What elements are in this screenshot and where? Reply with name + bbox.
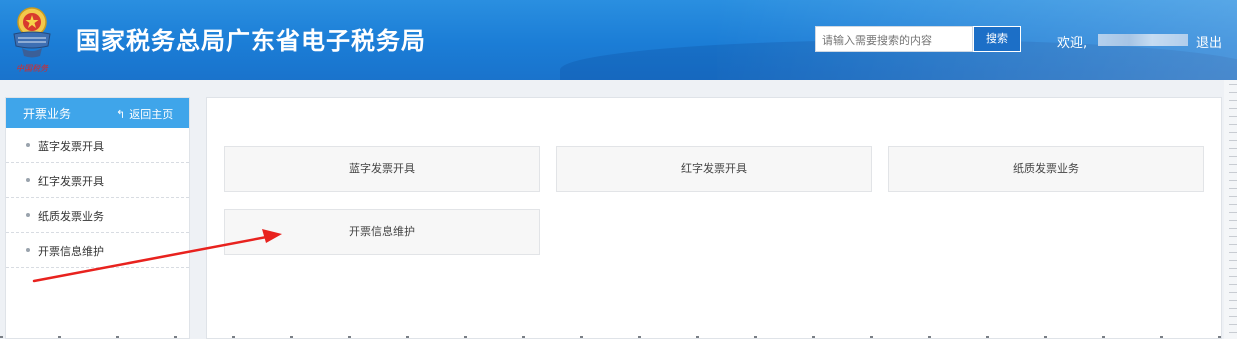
search-input[interactable] (820, 28, 974, 52)
card-invoice-info[interactable]: 开票信息维护 (224, 209, 540, 255)
card-blue-invoice[interactable]: 蓝字发票开具 (224, 146, 540, 192)
sidebar-header: 开票业务 ↰ 返回主页 (6, 98, 189, 128)
back-home-label: 返回主页 (129, 108, 174, 121)
logout-link[interactable]: 退出 (1196, 32, 1222, 51)
site-title: 国家税务总局广东省电子税务局 (76, 27, 426, 55)
main-panel: 蓝字发票开具 红字发票开具 纸质发票业务 开票信息维护 (206, 97, 1222, 339)
bottom-divider (0, 336, 1237, 338)
bullet-icon (26, 213, 30, 217)
sidebar-title: 开票业务 (23, 107, 72, 121)
sidebar-item-label: 红字发票开具 (38, 175, 104, 188)
bullet-icon (26, 248, 30, 252)
search-field[interactable] (815, 26, 974, 52)
ruler-ticks (1229, 84, 1237, 339)
card-red-invoice[interactable]: 红字发票开具 (556, 146, 872, 192)
sidebar-item-label: 开票信息维护 (38, 245, 104, 258)
welcome-text: 欢迎, (1057, 36, 1088, 51)
sidebar-item-paper-invoice[interactable]: 纸质发票业务 (6, 198, 189, 233)
emblem-text: 中国税务 (16, 64, 49, 73)
bullet-icon (26, 178, 30, 182)
card-paper-invoice[interactable]: 纸质发票业务 (888, 146, 1204, 192)
sidebar-item-label: 蓝字发票开具 (38, 140, 104, 153)
back-arrow-icon: ↰ (116, 108, 126, 121)
sidebar-item-invoice-info[interactable]: 开票信息维护 (6, 233, 189, 268)
top-banner: 中国税务 国家税务总局广东省电子税务局 搜索 欢迎, 退出 (0, 0, 1237, 80)
tax-emblem-icon: 中国税务 (13, 7, 51, 73)
back-home-link[interactable]: ↰ 返回主页 (116, 106, 173, 122)
masked-username (1098, 34, 1188, 46)
sidebar-item-label: 纸质发票业务 (38, 210, 104, 223)
sidebar-item-red-invoice[interactable]: 红字发票开具 (6, 163, 189, 198)
bullet-icon (26, 143, 30, 147)
sidebar-item-blue-invoice[interactable]: 蓝字发票开具 (6, 128, 189, 163)
sidebar: 开票业务 ↰ 返回主页 蓝字发票开具 红字发票开具 纸质发票业务 开票信息维护 (5, 97, 190, 339)
search-button[interactable]: 搜索 (973, 26, 1021, 52)
